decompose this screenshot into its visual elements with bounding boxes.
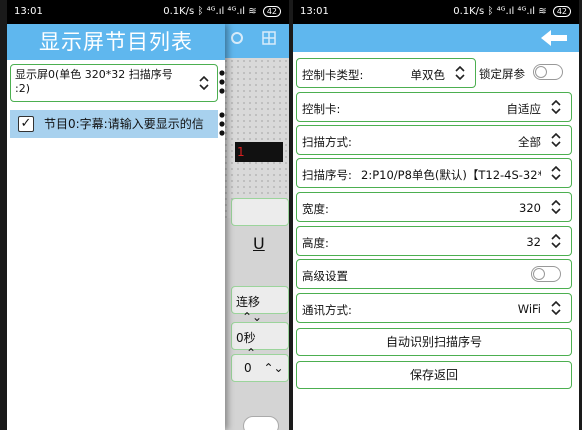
program-menu-icon[interactable] (218, 112, 226, 136)
lock-params-label: 锁定屏参 (479, 67, 525, 81)
program-item[interactable]: ✓ 节目0:字幕:请输入要显示的信 (10, 110, 218, 138)
field-label: 宽度: (302, 202, 329, 216)
spinner-icon (551, 199, 561, 217)
scan-mode-select[interactable]: 扫描方式: 全部 (296, 125, 572, 155)
network-speed: 0.1K/s (163, 6, 195, 17)
settings-header (293, 24, 579, 52)
spinner-icon (455, 65, 465, 83)
checkbox[interactable]: ✓ (18, 116, 34, 132)
time-label: 0秒 (236, 331, 256, 345)
field-label: 扫描方式: (302, 135, 352, 149)
width-select[interactable]: 宽度: 320 (296, 192, 572, 222)
status-time: 13:01 (300, 6, 329, 17)
comm-mode-select[interactable]: 通讯方式: WiFi (296, 293, 572, 323)
spinner-icon[interactable] (199, 75, 209, 94)
advanced-settings-label: 高级设置 (302, 269, 348, 283)
toggle-knob (535, 66, 547, 78)
background-toolbar (217, 24, 289, 58)
slide-mode-select[interactable]: 连移 ⌃⌄ (231, 286, 289, 324)
led-preview-grid (217, 58, 289, 218)
drawer-title: 显示屏节目列表 (7, 24, 225, 60)
led-preview-text: 1 (235, 142, 283, 162)
comm-mode-value: WiFi (517, 302, 541, 316)
spinner-icon: ⌃⌄ (263, 361, 284, 375)
field-value: 2:P10/P8单色(默认)【T12-4S-32*1( (361, 168, 541, 182)
signal-icons: ᛒ ⁴ᴳ.ıl ⁴ᴳ.ıl ≋ (197, 6, 257, 17)
spinner-icon (551, 132, 561, 150)
scan-index-select[interactable]: 扫描序号: 2:P10/P8单色(默认)【T12-4S-32*1( (296, 158, 572, 188)
background-editor: 1 U 连移 ⌃⌄ 0秒 ⌃⌄ 0 ⌃⌄ (217, 24, 289, 430)
program-item-label: 节目0:字幕:请输入要显示的信 (44, 117, 204, 131)
status-indicators: 0.1K/s ᛒ ⁴ᴳ.ıl ⁴ᴳ.ıl ≋ 42 (163, 6, 281, 17)
underline-button[interactable]: U (231, 230, 289, 258)
auto-detect-scan-button[interactable]: 自动识别扫描序号 (296, 328, 572, 356)
background-toggle[interactable] (243, 416, 279, 430)
field-label: 扫描序号: (302, 168, 352, 182)
card-type-select[interactable]: 控制卡类型: 单双色 (296, 58, 476, 88)
status-indicators: 0.1K/s ᛒ ⁴ᴳ.ıl ⁴ᴳ.ıl ≋ 42 (453, 6, 571, 17)
left-screen: 13:01 0.1K/s ᛒ ⁴ᴳ.ıl ⁴ᴳ.ıl ≋ 42 1 U 连移 ⌃… (7, 0, 289, 430)
program-list-drawer: 显示屏节目列表 显示屏0(单色 320*32 扫描序号 :2) ✓ 节目0:字幕… (7, 24, 225, 430)
advanced-settings-row: 高级设置 (296, 259, 572, 289)
screen-menu-icon[interactable] (218, 70, 226, 94)
field-label: 控制卡: (302, 102, 341, 116)
spinner-icon (551, 300, 561, 318)
spinner-icon (551, 99, 561, 117)
spinner-icon (551, 165, 561, 183)
screen-item-line2: :2) (15, 82, 30, 95)
field-label: 高度: (302, 236, 329, 250)
card-type-value: 单双色 (410, 68, 446, 82)
height-select[interactable]: 高度: 32 (296, 226, 572, 256)
right-screen: 13:01 0.1K/s ᛒ ⁴ᴳ.ıl ⁴ᴳ.ıl ≋ 42 控制卡类型: 单… (293, 0, 579, 430)
field-value: 32 (526, 235, 541, 249)
network-speed: 0.1K/s (453, 6, 485, 17)
time-select[interactable]: 0秒 ⌃⌄ (231, 322, 289, 360)
lock-params-toggle[interactable] (533, 64, 563, 80)
control-card-select[interactable]: 控制卡: 自适应 (296, 92, 572, 122)
status-bar: 13:01 0.1K/s ᛒ ⁴ᴳ.ıl ⁴ᴳ.ıl ≋ 42 (7, 0, 289, 24)
comm-mode-label: 通讯方式: (302, 303, 352, 317)
field-value: 320 (519, 201, 541, 215)
toggle-knob (533, 268, 545, 280)
status-time: 13:01 (14, 6, 43, 17)
save-return-button[interactable]: 保存返回 (296, 361, 572, 389)
card-type-label: 控制卡类型: (302, 68, 364, 82)
count-select[interactable]: 0 ⌃⌄ (231, 354, 289, 382)
slide-mode-label: 连移 (236, 295, 261, 309)
field-value: 自适应 (506, 102, 542, 116)
back-arrow-icon[interactable] (541, 30, 567, 50)
battery-icon: 42 (552, 6, 571, 17)
count-label: 0 (244, 361, 252, 375)
screen-item-line1: 显示屏0(单色 320*32 扫描序号 (15, 68, 173, 81)
background-button[interactable] (231, 198, 289, 226)
screen-item[interactable]: 显示屏0(单色 320*32 扫描序号 :2) (10, 64, 218, 102)
field-value: 全部 (518, 135, 541, 149)
battery-icon: 42 (262, 6, 281, 17)
status-bar: 13:01 0.1K/s ᛒ ⁴ᴳ.ıl ⁴ᴳ.ıl ≋ 42 (293, 0, 579, 24)
signal-icons: ᛒ ⁴ᴳ.ıl ⁴ᴳ.ıl ≋ (487, 6, 547, 17)
advanced-settings-toggle[interactable] (531, 266, 561, 282)
spinner-icon (551, 233, 561, 251)
gear-icon (231, 31, 276, 45)
